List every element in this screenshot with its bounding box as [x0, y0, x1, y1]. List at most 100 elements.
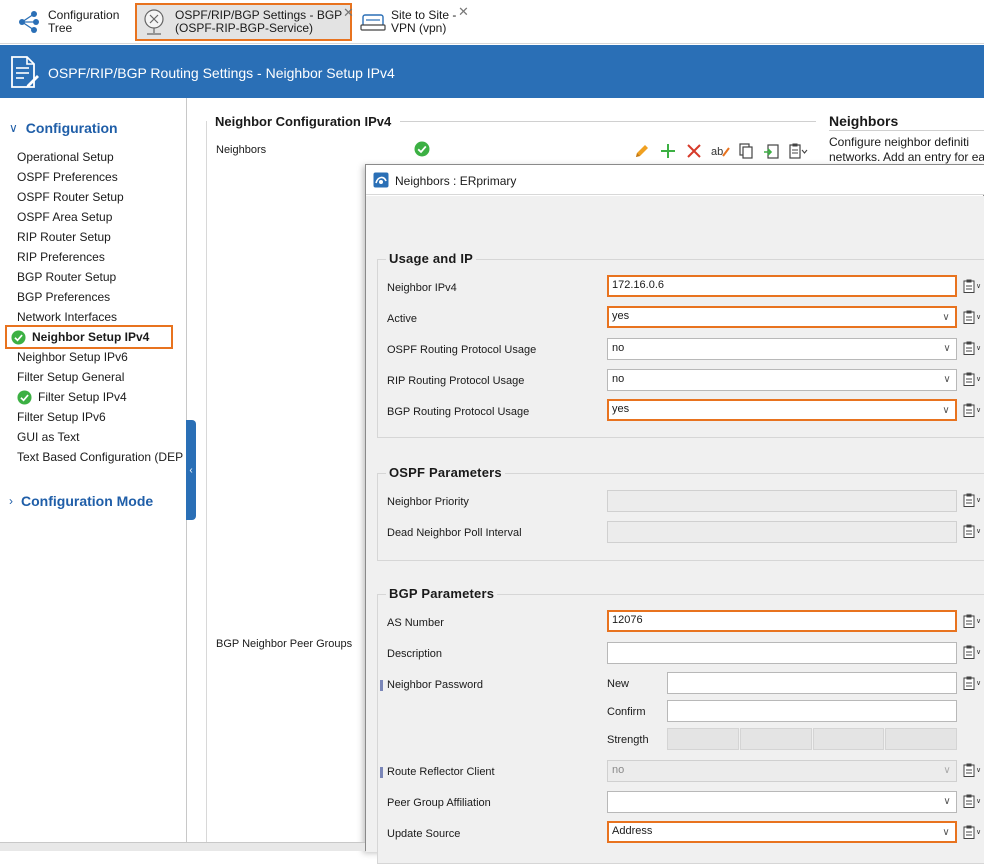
- neighbors-label: Neighbors: [216, 144, 267, 156]
- clipboard-menu-icon[interactable]: ∨: [963, 762, 983, 778]
- check-circle-icon: [414, 141, 430, 157]
- route-reflector-client-select[interactable]: no ∨: [607, 760, 957, 782]
- peer-group-affiliation-select[interactable]: ∨: [607, 791, 957, 813]
- clipboard-menu-icon[interactable]: ∨: [963, 371, 983, 387]
- sidebar-item-filter-setup-general[interactable]: Filter Setup General: [17, 367, 187, 387]
- as-number-input[interactable]: 12076: [607, 610, 957, 632]
- help-title: Neighbors: [829, 113, 899, 129]
- clipboard-menu-icon[interactable]: ∨: [963, 492, 983, 508]
- password-new-label: New: [607, 678, 630, 690]
- clipboard-menu-icon[interactable]: ∨: [963, 278, 983, 294]
- dialog-app-icon: [373, 172, 389, 188]
- clipboard-menu-icon[interactable]: ∨: [963, 793, 983, 809]
- password-confirm-label: Confirm: [607, 706, 646, 718]
- update-source-label: Update Source: [387, 828, 461, 840]
- field-value: yes: [612, 310, 630, 322]
- dialog-titlebar[interactable]: Neighbors : ERprimary: [366, 165, 984, 195]
- sidebar-item-text-based-configuration[interactable]: Text Based Configuration (DEP: [17, 447, 187, 467]
- sidebar-item-gui-as-text[interactable]: GUI as Text: [17, 427, 187, 447]
- sidebar-item-bgp-router-setup[interactable]: BGP Router Setup: [17, 267, 187, 287]
- clipboard-menu-icon[interactable]: ∨: [963, 824, 983, 840]
- bgp-usage-label: BGP Routing Protocol Usage: [387, 406, 530, 418]
- dialog-body: Usage and IP Neighbor IPv4 172.16.0.6 ∨ …: [366, 196, 984, 864]
- description-input[interactable]: [607, 642, 957, 664]
- update-source-select[interactable]: Address ∨: [607, 821, 957, 843]
- help-text: Configure neighbor definiti networks. Ad…: [829, 135, 984, 165]
- password-new-input[interactable]: [667, 672, 957, 694]
- clipboard-menu-icon[interactable]: ∨: [963, 613, 983, 629]
- nav-section-label: Configuration Mode: [21, 493, 154, 509]
- clipboard-menu-icon[interactable]: [788, 141, 808, 161]
- field-value: no: [612, 342, 625, 354]
- delete-icon[interactable]: [684, 141, 704, 161]
- copy-icon[interactable]: [736, 141, 756, 161]
- close-icon[interactable]: ✕: [458, 5, 469, 18]
- chevron-down-icon: ∨: [942, 826, 950, 838]
- collapse-sidebar-handle[interactable]: ‹: [186, 420, 196, 520]
- tab-site-to-site-vpn[interactable]: Site to Site - VPN (vpn) ✕: [360, 2, 480, 42]
- tab-label-line2: VPN (vpn): [391, 21, 447, 35]
- chevron-down-icon: ∨: [943, 373, 951, 385]
- rip-usage-select[interactable]: no ∨: [607, 369, 957, 391]
- tab-ospf-rip-bgp-settings[interactable]: OSPF/RIP/BGP Settings - BGP (OSPF-RIP-BG…: [135, 3, 354, 41]
- chevron-right-icon: ›: [9, 494, 13, 508]
- sidebar-item-rip-preferences[interactable]: RIP Preferences: [17, 247, 187, 267]
- nav-section-configuration[interactable]: ∨ Configuration: [9, 120, 118, 136]
- sidebar-item-ospf-preferences[interactable]: OSPF Preferences: [17, 167, 187, 187]
- neighbor-ipv4-input[interactable]: 172.16.0.6: [607, 275, 957, 297]
- strength-segment: [739, 728, 812, 750]
- group-title: OSPF Parameters: [386, 465, 505, 480]
- paste-icon[interactable]: [762, 141, 782, 161]
- tab-configuration-tree[interactable]: Configuration Tree: [16, 2, 126, 42]
- active-label: Active: [387, 313, 417, 325]
- sidebar-item-filter-setup-ipv6[interactable]: Filter Setup IPv6: [17, 407, 187, 427]
- ospf-usage-select[interactable]: no ∨: [607, 338, 957, 360]
- rename-icon[interactable]: ab: [710, 141, 730, 161]
- sidebar-item-ospf-area-setup[interactable]: OSPF Area Setup: [17, 207, 187, 227]
- tab-strip: Configuration Tree OSPF/RIP/BGP Settings…: [0, 0, 984, 44]
- clipboard-menu-icon[interactable]: ∨: [963, 402, 983, 418]
- sidebar-item-neighbor-setup-ipv6[interactable]: Neighbor Setup IPv6: [17, 347, 187, 367]
- sidebar-item-network-interfaces[interactable]: Network Interfaces: [17, 307, 187, 327]
- strength-segment: [667, 728, 739, 750]
- neighbor-priority-input[interactable]: [607, 490, 957, 512]
- clipboard-menu-icon[interactable]: ∨: [963, 675, 983, 691]
- bgp-usage-select[interactable]: yes ∨: [607, 399, 957, 421]
- section-title: Neighbor Configuration IPv4: [215, 114, 392, 129]
- sidebar-item-ospf-router-setup[interactable]: OSPF Router Setup: [17, 187, 187, 207]
- password-confirm-input[interactable]: [667, 700, 957, 722]
- nav-section-configuration-mode[interactable]: › Configuration Mode: [9, 493, 153, 509]
- password-strength-label: Strength: [607, 734, 649, 746]
- sidebar: ∨ Configuration Operational Setup OSPF P…: [0, 98, 187, 851]
- field-value: no: [612, 764, 625, 776]
- sidebar-item-rip-router-setup[interactable]: RIP Router Setup: [17, 227, 187, 247]
- help-text-line: networks. Add an entry for ea: [829, 150, 984, 164]
- as-number-label: AS Number: [387, 617, 444, 629]
- dead-neighbor-poll-label: Dead Neighbor Poll Interval: [387, 527, 522, 539]
- vpn-icon: [360, 14, 386, 31]
- group-title: BGP Parameters: [386, 586, 498, 601]
- password-strength-meter: [667, 728, 957, 750]
- tab-label-line2: Tree: [48, 21, 73, 35]
- sidebar-item-operational-setup[interactable]: Operational Setup: [17, 147, 187, 167]
- clipboard-menu-icon[interactable]: ∨: [963, 340, 983, 356]
- sidebar-item-bgp-preferences[interactable]: BGP Preferences: [17, 287, 187, 307]
- nav-section-label: Configuration: [25, 120, 118, 136]
- dead-neighbor-poll-input[interactable]: [607, 521, 957, 543]
- close-icon[interactable]: ✕: [343, 6, 354, 19]
- edit-icon[interactable]: [632, 141, 652, 161]
- sidebar-item-filter-setup-ipv4[interactable]: Filter Setup IPv4: [17, 387, 187, 407]
- clipboard-menu-icon[interactable]: ∨: [963, 523, 983, 539]
- strength-segment: [812, 728, 885, 750]
- active-select[interactable]: yes ∨: [607, 306, 957, 328]
- add-icon[interactable]: [658, 141, 678, 161]
- clipboard-menu-icon[interactable]: ∨: [963, 644, 983, 660]
- peer-group-affiliation-label: Peer Group Affiliation: [387, 797, 491, 809]
- nav-list: Operational Setup OSPF Preferences OSPF …: [5, 147, 187, 467]
- status-bar: [0, 842, 365, 851]
- field-value: 12076: [612, 614, 643, 626]
- clipboard-menu-icon[interactable]: ∨: [963, 309, 983, 325]
- sidebar-item-neighbor-setup-ipv4[interactable]: Neighbor Setup IPv4: [5, 325, 173, 349]
- chevron-down-icon: ∨: [942, 311, 950, 323]
- chevron-down-icon: ∨: [943, 342, 951, 354]
